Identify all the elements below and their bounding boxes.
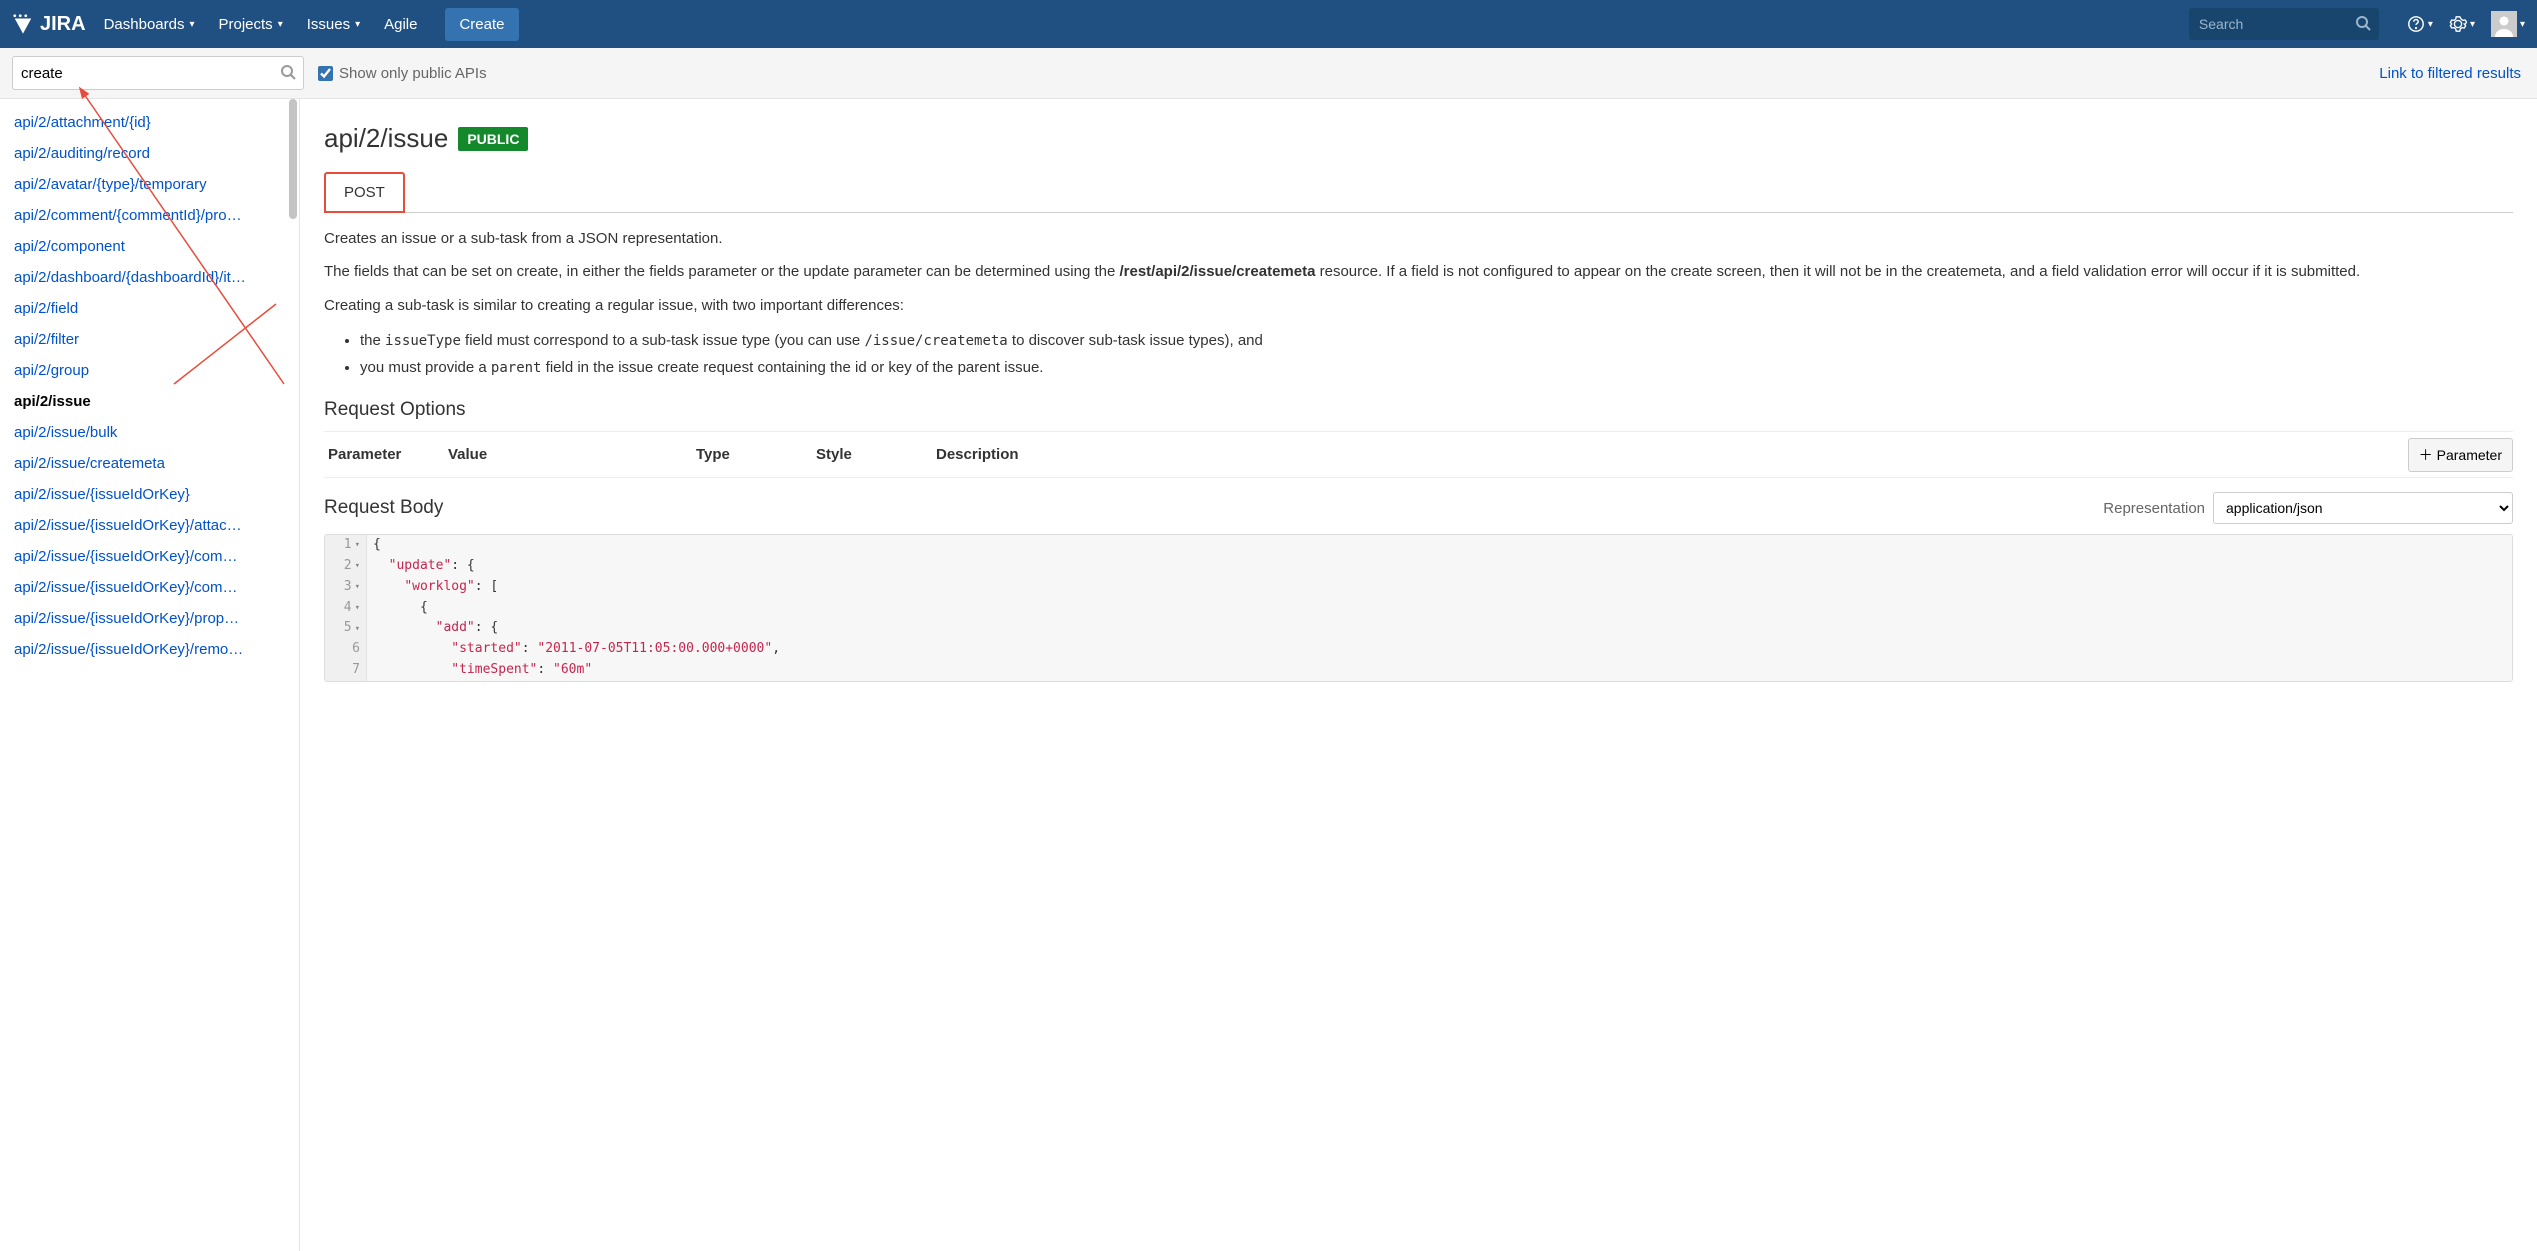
representation-label: Representation xyxy=(2103,500,2205,517)
sidebar-item[interactable]: api/2/issue/{issueIdOrKey}/com… xyxy=(0,541,299,572)
sidebar-item[interactable]: api/2/issue/bulk xyxy=(0,417,299,448)
jira-logo-text: JIRA xyxy=(40,13,86,36)
col-style: Style xyxy=(812,432,932,477)
api-search-input[interactable] xyxy=(12,56,304,90)
help-menu[interactable]: ▾ xyxy=(2407,15,2433,33)
request-body-heading: Request Body xyxy=(324,497,443,519)
request-options-header: Parameter Value Type Style Description ＋… xyxy=(324,431,2513,478)
method-tabs: POST xyxy=(324,172,2513,213)
sidebar-item[interactable]: api/2/filter xyxy=(0,324,299,355)
sidebar-item[interactable]: api/2/issue/{issueIdOrKey} xyxy=(0,479,299,510)
tab-post[interactable]: POST xyxy=(324,172,405,213)
sidebar-item[interactable]: api/2/field xyxy=(0,293,299,324)
desc-p3: Creating a sub-task is similar to creati… xyxy=(324,294,2513,317)
description: Creates an issue or a sub-task from a JS… xyxy=(324,227,2513,381)
caret-icon: ▾ xyxy=(278,19,283,30)
desc-li2: you must provide a parent field in the i… xyxy=(360,354,2513,381)
topnav: JIRA Dashboards▾ Projects▾ Issues▾ Agile… xyxy=(0,0,2537,48)
nav-projects[interactable]: Projects▾ xyxy=(219,16,283,33)
content: api/2/issue PUBLIC POST Creates an issue… xyxy=(300,99,2537,1251)
sidebar-item[interactable]: api/2/auditing/record xyxy=(0,138,299,169)
nav-issues[interactable]: Issues▾ xyxy=(307,16,360,33)
desc-p1: Creates an issue or a sub-task from a JS… xyxy=(324,227,2513,250)
sidebar-item[interactable]: api/2/avatar/{type}/temporary xyxy=(0,169,299,200)
col-parameter: Parameter xyxy=(324,432,444,477)
col-description: Description xyxy=(932,432,2408,477)
nav-items: Dashboards▾ Projects▾ Issues▾ Agile Crea… xyxy=(104,8,519,41)
profile-menu[interactable]: ▾ xyxy=(2491,11,2525,37)
show-public-label: Show only public APIs xyxy=(339,65,487,82)
sidebar-item[interactable]: api/2/issue/{issueIdOrKey}/remo… xyxy=(0,634,299,665)
show-public-checkbox-input[interactable] xyxy=(318,66,333,81)
sidebar-item[interactable]: api/2/component xyxy=(0,231,299,262)
request-body-code[interactable]: 1 ▾{2 ▾ "update": {3 ▾ "worklog": [4 ▾ {… xyxy=(324,534,2513,682)
avatar-icon xyxy=(2491,11,2517,37)
sidebar-item[interactable]: api/2/issue/{issueIdOrKey}/attac… xyxy=(0,510,299,541)
request-options-heading: Request Options xyxy=(324,399,2513,421)
nav-agile[interactable]: Agile xyxy=(384,16,417,33)
sidebar-item[interactable]: api/2/group xyxy=(0,355,299,386)
api-toolbar: Show only public APIs Link to filtered r… xyxy=(0,48,2537,99)
admin-menu[interactable]: ▾ xyxy=(2449,15,2475,33)
main-layout: api/2/attachment/{id}api/2/auditing/reco… xyxy=(0,99,2537,1251)
nav-dashboards[interactable]: Dashboards▾ xyxy=(104,16,195,33)
sidebar-item[interactable]: api/2/dashboard/{dashboardId}/it… xyxy=(0,262,299,293)
public-badge: PUBLIC xyxy=(458,127,528,151)
create-button[interactable]: Create xyxy=(445,8,518,41)
desc-p2: The fields that can be set on create, in… xyxy=(324,260,2513,283)
jira-logo-icon xyxy=(12,13,34,35)
add-parameter-button[interactable]: ＋Parameter xyxy=(2408,438,2513,472)
sidebar-item[interactable]: api/2/attachment/{id} xyxy=(0,107,299,138)
nav-search-input[interactable] xyxy=(2189,8,2379,40)
sidebar-item[interactable]: api/2/issue xyxy=(0,386,299,417)
scrollbar[interactable] xyxy=(289,99,297,219)
jira-logo[interactable]: JIRA xyxy=(12,13,86,36)
col-value: Value xyxy=(444,432,692,477)
sidebar-item[interactable]: api/2/issue/createmeta xyxy=(0,448,299,479)
caret-icon: ▾ xyxy=(189,19,194,30)
show-public-checkbox[interactable]: Show only public APIs xyxy=(318,65,487,82)
representation-select[interactable]: application/json xyxy=(2213,492,2513,524)
sidebar-item[interactable]: api/2/issue/{issueIdOrKey}/com… xyxy=(0,572,299,603)
request-body-row: Request Body Representation application/… xyxy=(324,492,2513,524)
sidebar[interactable]: api/2/attachment/{id}api/2/auditing/reco… xyxy=(0,99,300,1251)
nav-search-wrap xyxy=(2189,8,2379,40)
desc-li1: the issueType field must correspond to a… xyxy=(360,327,2513,354)
link-filtered-results[interactable]: Link to filtered results xyxy=(2379,65,2521,82)
api-path-title: api/2/issue xyxy=(324,123,448,154)
sidebar-item[interactable]: api/2/issue/{issueIdOrKey}/prop… xyxy=(0,603,299,634)
api-search-wrap xyxy=(12,56,304,90)
caret-icon: ▾ xyxy=(355,19,360,30)
col-type: Type xyxy=(692,432,812,477)
plus-icon: ＋ xyxy=(2419,445,2433,465)
sidebar-item[interactable]: api/2/comment/{commentId}/pro… xyxy=(0,200,299,231)
page-title: api/2/issue PUBLIC xyxy=(324,123,2513,154)
